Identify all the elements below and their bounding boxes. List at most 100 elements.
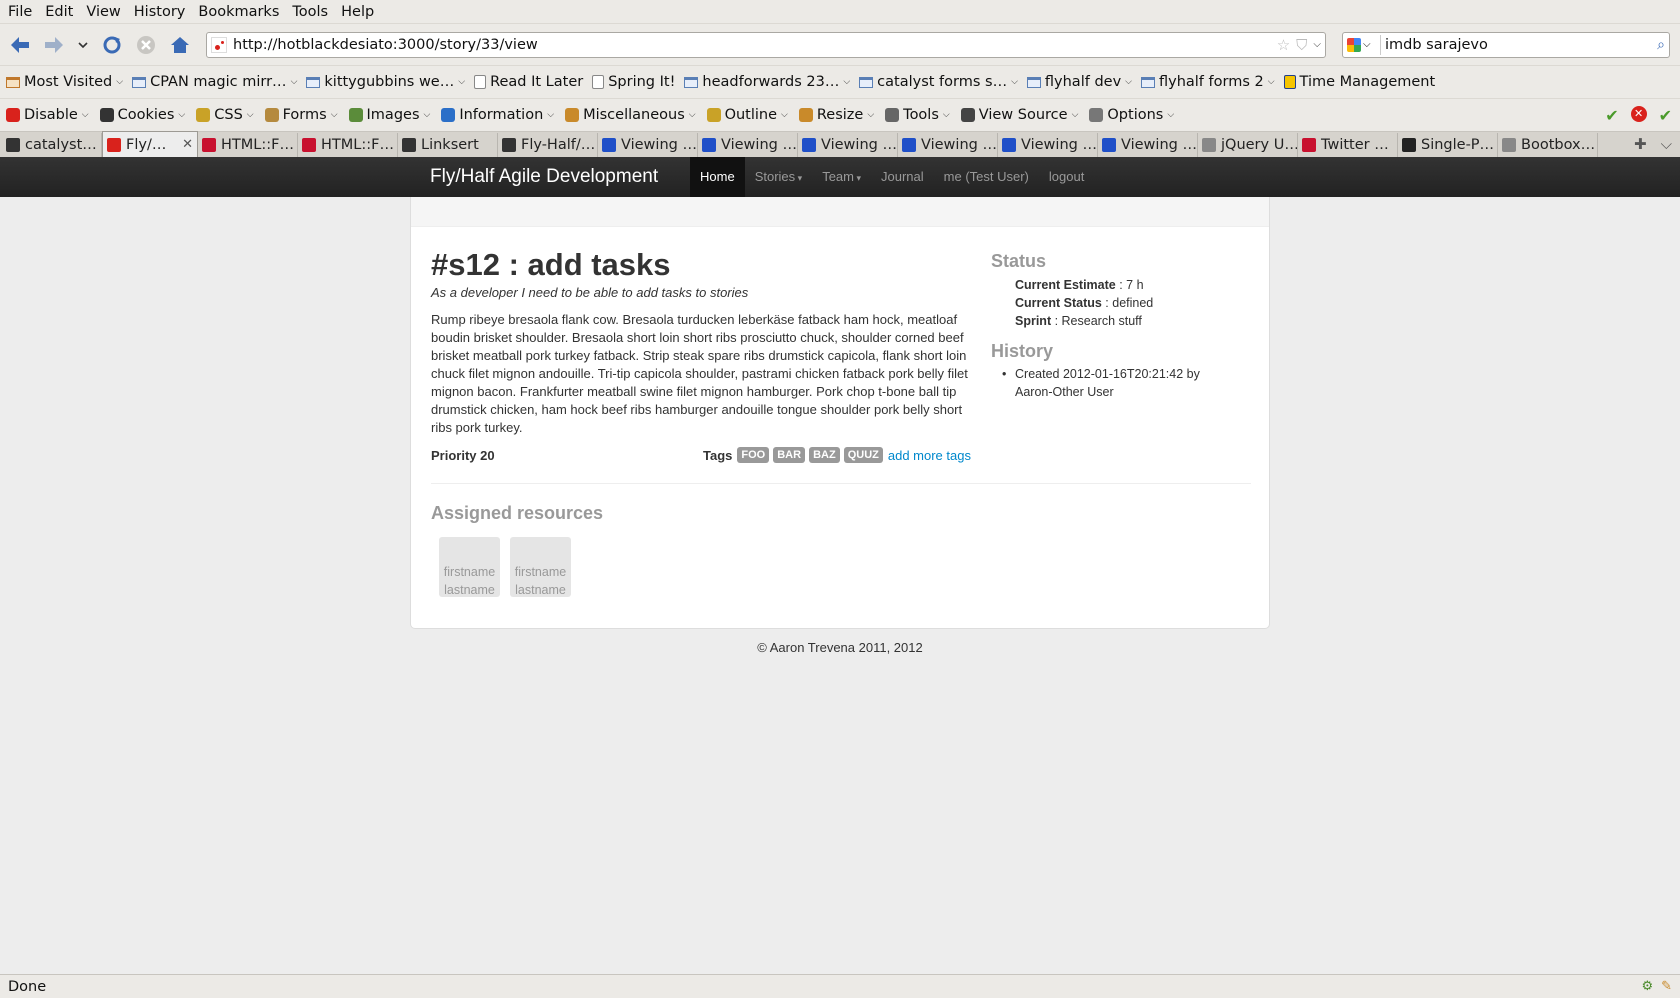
browser-tab[interactable]: Viewing … [898, 133, 998, 157]
devtools-label: Disable [24, 107, 78, 123]
search-engine-selector[interactable]: ⌵ [1347, 34, 1381, 55]
status-key: Sprint [1015, 314, 1052, 328]
list-all-tabs-icon[interactable]: ⌵ [1661, 135, 1672, 153]
section-divider [431, 483, 1251, 484]
bookmark-item[interactable]: Time Management [1282, 74, 1443, 90]
url-bar[interactable]: http://hotblackdesiato:3000/story/33/vie… [206, 31, 1326, 58]
tag-badge[interactable]: FOO [737, 447, 770, 463]
browser-tab[interactable]: Viewing … [798, 133, 898, 157]
browser-tab[interactable]: Viewing … [598, 133, 698, 157]
chevron-down-icon: ⌵ [178, 110, 186, 120]
browser-tab[interactable]: Bootbox… [1498, 133, 1598, 157]
new-tab-icon[interactable]: ✚ [1634, 135, 1647, 153]
tab-favicon-icon [202, 138, 216, 152]
menu-bar: File Edit View History Bookmarks Tools Help [0, 0, 1680, 24]
status-key: Current Estimate [1015, 278, 1116, 292]
tab-label: Bootbox… [1521, 137, 1596, 153]
search-input[interactable]: imdb sarajevo [1385, 37, 1653, 53]
devtools-outline-menu[interactable]: Outline ⌵ [705, 107, 797, 123]
page-icon [592, 75, 605, 89]
site-brand[interactable]: Fly/Half Agile Development [430, 166, 658, 188]
devtools-information-menu[interactable]: Information ⌵ [439, 107, 563, 123]
close-tab-icon[interactable]: ✕ [182, 137, 193, 152]
site-nav-home[interactable]: Home [690, 157, 745, 197]
menu-edit[interactable]: Edit [41, 4, 82, 20]
back-button[interactable] [6, 31, 34, 59]
status-list: Current Estimate : 7 h Current Status : … [1015, 276, 1153, 330]
reload-button[interactable] [98, 31, 126, 59]
browser-tab[interactable]: Fly/… ✕ [102, 131, 198, 157]
addon-icon[interactable]: ⚙ [1641, 979, 1653, 994]
site-nav-journal[interactable]: Journal [871, 157, 934, 197]
forward-button[interactable] [40, 31, 68, 59]
information-icon [441, 108, 456, 122]
back-arrow-icon [11, 36, 29, 53]
bookmark-item[interactable]: Most Visited ⌵ [4, 74, 130, 90]
stop-button[interactable] [132, 31, 160, 59]
devtools-resize-menu[interactable]: Resize ⌵ [797, 107, 883, 123]
devtools-options-menu[interactable]: Options ⌵ [1087, 107, 1183, 123]
devtools-cookies-menu[interactable]: Cookies ⌵ [98, 107, 195, 123]
url-dropdown-icon[interactable]: ⌵ [1313, 39, 1321, 50]
bookmark-item[interactable]: Spring It! [590, 74, 682, 90]
folder-icon [1140, 76, 1155, 88]
home-button[interactable] [166, 31, 194, 59]
add-more-tags-link[interactable]: add more tags [888, 448, 971, 463]
error-icon[interactable]: ✕ [1630, 105, 1647, 122]
browser-tab[interactable]: Fly-Half/… [498, 133, 598, 157]
resource-card[interactable]: firstname lastname [510, 537, 571, 597]
menu-view[interactable]: View [82, 4, 129, 20]
devtools-view-source-menu[interactable]: View Source ⌵ [959, 107, 1088, 123]
menu-bookmarks[interactable]: Bookmarks [194, 4, 288, 20]
status-bar-icons: ⚙ ✎ [1641, 979, 1680, 994]
devtools-miscellaneous-menu[interactable]: Miscellaneous ⌵ [563, 107, 704, 123]
bookmark-item[interactable]: catalyst forms s… ⌵ [857, 74, 1025, 90]
checkmark-icon[interactable]: ✔ [1659, 106, 1672, 125]
devtools-forms-menu[interactable]: Forms ⌵ [263, 107, 347, 123]
chevron-down-icon: ⌵ [246, 110, 254, 120]
devtools-tools-menu[interactable]: Tools ⌵ [883, 107, 959, 123]
navigation-toolbar: http://hotblackdesiato:3000/story/33/vie… [0, 24, 1680, 66]
browser-tab[interactable]: jQuery U… [1198, 133, 1298, 157]
browser-tab[interactable]: Viewing … [698, 133, 798, 157]
bookmark-item[interactable]: headforwards 23… ⌵ [682, 74, 857, 90]
site-nav-stories[interactable]: Stories ▾ [745, 157, 813, 197]
resize-icon [798, 108, 813, 122]
browser-tab[interactable]: Viewing … [1098, 133, 1198, 157]
history-dropdown-button[interactable] [74, 31, 92, 59]
site-nav-me-test-user[interactable]: me (Test User) [934, 157, 1039, 197]
browser-tab[interactable]: Twitter … [1298, 133, 1398, 157]
search-icon[interactable]: ⌕ [1657, 37, 1665, 53]
browser-tab[interactable]: Viewing … [998, 133, 1098, 157]
url-text[interactable]: http://hotblackdesiato:3000/story/33/vie… [233, 37, 1271, 53]
firebug-icon[interactable]: ✎ [1661, 979, 1672, 994]
bookmark-item[interactable]: flyhalf forms 2 ⌵ [1139, 74, 1282, 90]
browser-tab[interactable]: HTML::F… [198, 133, 298, 157]
tag-badge[interactable]: QUUZ [843, 447, 883, 463]
menu-history[interactable]: History [130, 4, 195, 20]
menu-help[interactable]: Help [337, 4, 383, 20]
devtools-disable-menu[interactable]: Disable ⌵ [4, 107, 98, 123]
bookmark-item[interactable]: CPAN magic mirr… ⌵ [130, 74, 304, 90]
menu-file[interactable]: File [4, 4, 41, 20]
bookmark-item[interactable]: Read It Later [472, 74, 590, 90]
resource-card[interactable]: firstname lastname [439, 537, 500, 597]
tag-badge[interactable]: BAZ [809, 447, 840, 463]
checkmark-icon[interactable]: ✔ [1605, 106, 1618, 125]
browser-tab[interactable]: Linksert [398, 133, 498, 157]
browser-tab[interactable]: catalyst… [2, 133, 102, 157]
site-nav-team[interactable]: Team ▾ [812, 157, 871, 197]
devtools-css-menu[interactable]: CSS ⌵ [194, 107, 262, 123]
browser-tab[interactable]: HTML::F… [298, 133, 398, 157]
tag-badge[interactable]: BAR [773, 447, 806, 463]
read-later-icon[interactable]: ⛉ [1296, 36, 1307, 54]
menu-tools[interactable]: Tools [288, 4, 337, 20]
search-bar[interactable]: ⌵ imdb sarajevo ⌕ [1342, 31, 1670, 58]
bookmark-item[interactable]: flyhalf dev ⌵ [1025, 74, 1139, 90]
site-favicon [211, 36, 227, 53]
bookmark-item[interactable]: kittygubbins we… ⌵ [304, 74, 472, 90]
browser-tab[interactable]: Single-P… [1398, 133, 1498, 157]
site-nav-logout[interactable]: logout [1039, 157, 1094, 197]
bookmark-star-icon[interactable]: ☆ [1277, 36, 1290, 54]
devtools-images-menu[interactable]: Images ⌵ [347, 107, 440, 123]
